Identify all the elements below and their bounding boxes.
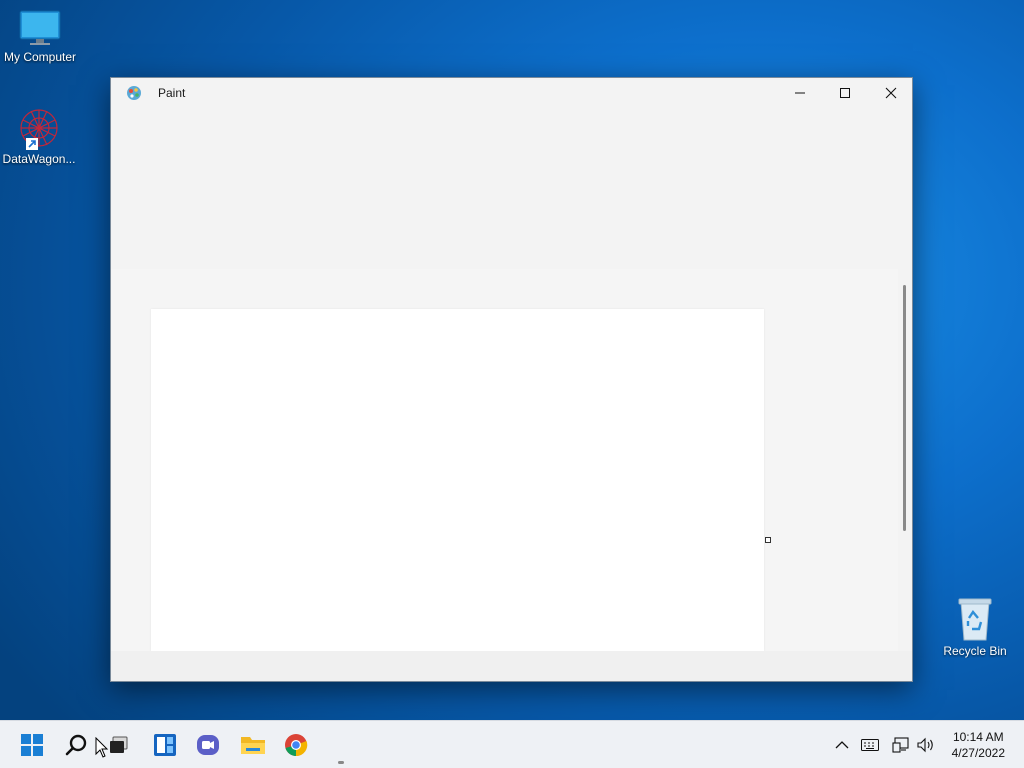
status-bar	[111, 651, 912, 681]
maximize-icon	[840, 88, 850, 98]
file-explorer-icon	[241, 737, 265, 754]
start-button[interactable]	[16, 729, 48, 761]
network-icon	[892, 737, 909, 753]
close-button[interactable]	[868, 78, 914, 108]
network-status[interactable]	[891, 735, 911, 755]
minimize-icon	[795, 92, 805, 94]
canvas-workspace	[111, 269, 898, 651]
input-indicator[interactable]	[860, 735, 880, 755]
search-button[interactable]	[60, 729, 92, 761]
desktop-icon-recycle-bin[interactable]: Recycle Bin	[935, 596, 1015, 658]
start-icon	[21, 734, 43, 756]
scrollbar-thumb[interactable]	[903, 285, 906, 531]
chat-icon	[197, 735, 219, 755]
canvas-resize-handle[interactable]	[765, 537, 771, 543]
desktop-icon-label: Recycle Bin	[943, 644, 1007, 658]
widgets-icon	[154, 734, 176, 756]
chrome-icon	[285, 734, 308, 757]
widgets-button[interactable]	[149, 729, 181, 761]
desktop-icon-label: My Computer	[3, 50, 77, 64]
datawagon-icon	[20, 109, 58, 150]
running-indicator	[338, 761, 344, 764]
title-bar[interactable]: Paint	[111, 78, 912, 108]
desktop-icon-label: DataWagon...	[2, 152, 76, 166]
clock[interactable]: 10:14 AM 4/27/2022	[952, 729, 1005, 761]
taskbar: 10:14 AM 4/27/2022	[0, 720, 1024, 768]
volume-icon	[917, 737, 933, 753]
close-icon	[885, 87, 897, 99]
desktop-icon-datawagon[interactable]: DataWagon...	[0, 106, 79, 166]
show-hidden-icons-button[interactable]	[832, 735, 852, 755]
mouse-cursor-icon	[95, 737, 109, 758]
clock-time: 10:14 AM	[952, 730, 1004, 744]
file-explorer-button[interactable]	[237, 729, 269, 761]
vertical-scrollbar[interactable]	[898, 269, 912, 651]
maximize-button[interactable]	[822, 78, 868, 108]
drawing-canvas[interactable]	[151, 309, 764, 651]
keyboard-icon	[861, 739, 879, 751]
task-view-icon	[110, 736, 128, 753]
desktop-icon-my-computer[interactable]: My Computer	[0, 8, 80, 64]
monitor-icon	[19, 10, 61, 45]
paint-window: Paint	[110, 77, 913, 682]
volume-control[interactable]	[916, 735, 936, 755]
clock-date: 4/27/2022	[951, 746, 1005, 760]
search-icon	[65, 734, 87, 756]
window-title: Paint	[158, 86, 186, 100]
minimize-button[interactable]	[777, 78, 823, 108]
recycle-bin-icon	[958, 598, 992, 641]
paint-icon	[127, 86, 141, 100]
chrome-button[interactable]	[280, 729, 312, 761]
chevron-up-icon	[835, 741, 849, 749]
chat-button[interactable]	[192, 729, 224, 761]
